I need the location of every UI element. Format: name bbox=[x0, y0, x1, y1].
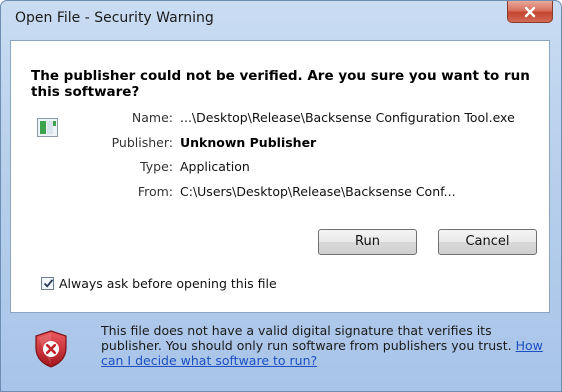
always-ask-checkbox[interactable] bbox=[41, 277, 54, 290]
detail-row-name: Name: ...\Desktop\Release\Backsense Conf… bbox=[11, 109, 551, 127]
security-warning-dialog: Open File - Security Warning The publish… bbox=[0, 0, 562, 392]
detail-label: From: bbox=[137, 184, 173, 199]
window-title: Open File - Security Warning bbox=[15, 10, 214, 26]
security-shield-error-icon bbox=[35, 330, 67, 368]
run-button[interactable]: Run bbox=[318, 229, 417, 255]
publisher-value: Unknown Publisher bbox=[180, 135, 317, 150]
always-ask-label: Always ask before opening this file bbox=[59, 276, 277, 291]
detail-label: Type: bbox=[140, 159, 173, 174]
footer-warning-text: This file does not have a valid digital … bbox=[101, 323, 512, 353]
file-name-value: ...\Desktop\Release\Backsense Configurat… bbox=[180, 110, 515, 125]
detail-label: Name: bbox=[131, 110, 173, 125]
detail-label: Publisher: bbox=[111, 135, 173, 150]
content-panel: The publisher could not be verified. Are… bbox=[10, 40, 550, 313]
cancel-button[interactable]: Cancel bbox=[438, 229, 537, 255]
detail-row-type: Type: Application bbox=[11, 158, 551, 176]
close-icon bbox=[524, 6, 536, 17]
type-value: Application bbox=[180, 159, 250, 174]
close-button[interactable] bbox=[507, 1, 553, 23]
from-value: C:\Users\Desktop\Release\Backsense Conf.… bbox=[180, 184, 456, 199]
footer-message: This file does not have a valid digital … bbox=[101, 323, 556, 368]
warning-headline: The publisher could not be verified. Are… bbox=[31, 68, 530, 100]
detail-row-from: From: C:\Users\Desktop\Release\Backsense… bbox=[11, 183, 551, 201]
checkmark-icon bbox=[43, 279, 54, 288]
detail-row-publisher: Publisher: Unknown Publisher bbox=[11, 134, 551, 152]
